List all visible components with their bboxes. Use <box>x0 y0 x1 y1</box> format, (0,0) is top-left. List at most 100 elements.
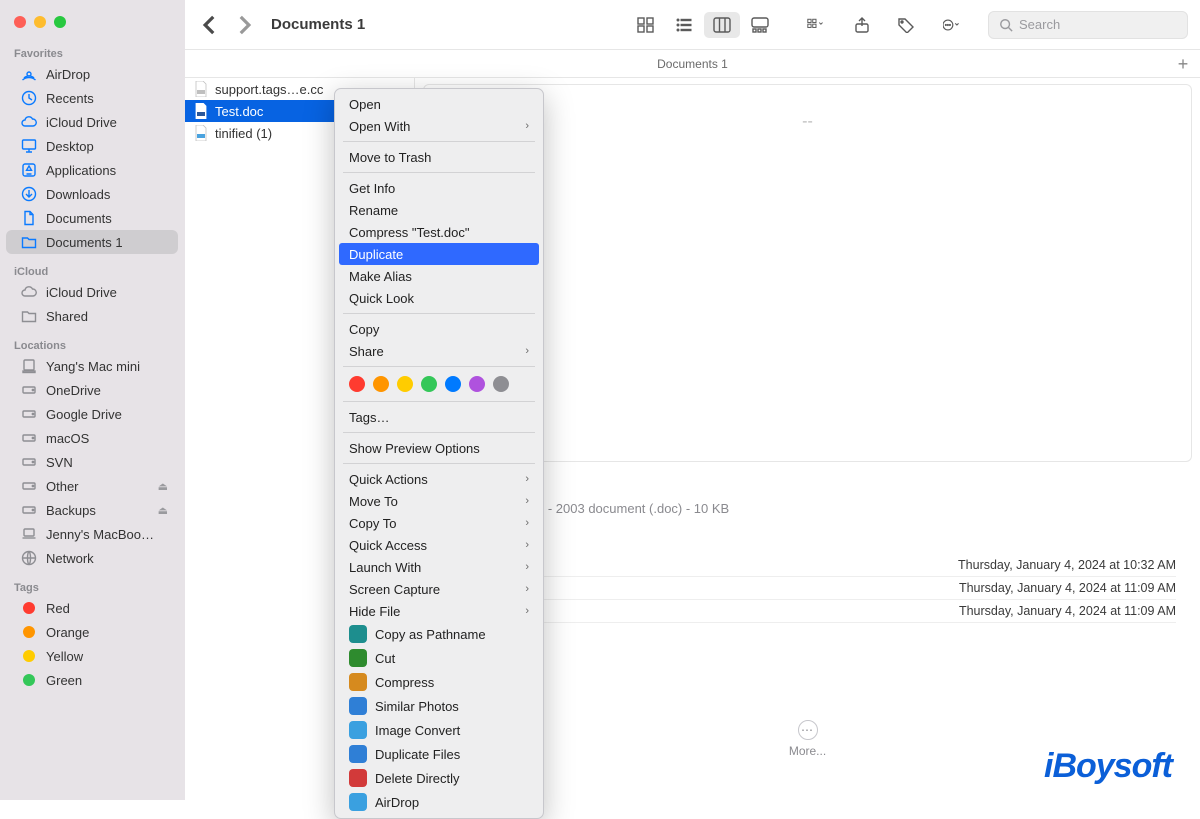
sidebar-item-shared[interactable]: Shared <box>6 304 178 328</box>
watermark-logo: iiBoysoftBoysoft <box>1044 747 1172 786</box>
sidebar-item-recents[interactable]: Recents <box>6 86 178 110</box>
sidebar-item-orange[interactable]: Orange <box>6 620 178 644</box>
sidebar-item-applications[interactable]: Applications <box>6 158 178 182</box>
tag-color-swatch[interactable] <box>445 376 461 392</box>
context-item-get-info[interactable]: Get Info <box>335 177 543 199</box>
context-item-label: Quick Actions <box>349 472 428 487</box>
info-section-title: Information <box>439 532 1176 548</box>
context-item-move-to[interactable]: Move To› <box>335 490 543 512</box>
context-item-move-to-trash[interactable]: Move to Trash <box>335 146 543 168</box>
context-item-open[interactable]: Open <box>335 93 543 115</box>
context-item-copy-as-pathname[interactable]: Copy as Pathname <box>335 622 543 646</box>
context-item-screen-capture[interactable]: Screen Capture› <box>335 578 543 600</box>
context-item-copy[interactable]: Copy <box>335 318 543 340</box>
context-item-quick-look[interactable]: Quick Look <box>335 287 543 309</box>
forward-button[interactable] <box>231 12 257 38</box>
view-columns-button[interactable] <box>704 12 740 38</box>
context-item-delete-directly[interactable]: Delete Directly <box>335 766 543 790</box>
context-item-label: Duplicate Files <box>375 747 460 762</box>
context-item-quick-access[interactable]: Quick Access› <box>335 534 543 556</box>
tag-color-swatch[interactable] <box>421 376 437 392</box>
view-gallery-button[interactable] <box>742 12 778 38</box>
context-item-copy-to[interactable]: Copy To› <box>335 512 543 534</box>
sidebar-item-documents-1[interactable]: Documents 1 <box>6 230 178 254</box>
minimize-icon[interactable] <box>34 16 46 28</box>
tag-dot-icon <box>20 647 38 665</box>
back-button[interactable] <box>197 12 223 38</box>
tag-button[interactable] <box>888 12 924 38</box>
sidebar-item-icloud-drive[interactable]: iCloud Drive <box>6 110 178 134</box>
sidebar-item-airdrop[interactable]: AirDrop <box>6 62 178 86</box>
sidebar-item-svn[interactable]: SVN <box>6 450 178 474</box>
context-item-similar-photos[interactable]: Similar Photos <box>335 694 543 718</box>
info-value: Thursday, January 4, 2024 at 11:09 AM <box>959 604 1176 618</box>
context-item-compress-test-doc-[interactable]: Compress "Test.doc" <box>335 221 543 243</box>
context-item-label: Get Info <box>349 181 395 196</box>
sidebar-item-label: OneDrive <box>46 383 101 398</box>
context-item-label: Rename <box>349 203 398 218</box>
sidebar-item-documents[interactable]: Documents <box>6 206 178 230</box>
sidebar-heading: iCloud <box>0 262 184 280</box>
context-item-share[interactable]: Share› <box>335 340 543 362</box>
search-icon <box>999 18 1013 32</box>
search-input[interactable]: Search <box>988 11 1188 39</box>
action-menu-button[interactable] <box>932 12 972 38</box>
context-item-duplicate-files[interactable]: Duplicate Files <box>335 742 543 766</box>
context-item-hide-file[interactable]: Hide File› <box>335 600 543 622</box>
view-list-button[interactable] <box>666 12 702 38</box>
drive-icon <box>20 429 38 447</box>
sidebar-item-downloads[interactable]: Downloads <box>6 182 178 206</box>
view-icons-button[interactable] <box>628 12 664 38</box>
file-name-label: support.tags…e.cc <box>215 82 323 97</box>
context-item-tags-[interactable]: Tags… <box>335 406 543 428</box>
sidebar-item-network[interactable]: Network <box>6 546 178 570</box>
context-item-open-with[interactable]: Open With› <box>335 115 543 137</box>
context-item-launch-with[interactable]: Launch With› <box>335 556 543 578</box>
sidebar-item-yang-s-mac-mini[interactable]: Yang's Mac mini <box>6 354 178 378</box>
sidebar-item-jenny-s-macboo-[interactable]: Jenny's MacBoo… <box>6 522 178 546</box>
eject-icon[interactable]: ⏏ <box>158 504 168 517</box>
info-filename: Test.doc <box>439 478 1176 499</box>
context-item-compress[interactable]: Compress <box>335 670 543 694</box>
sidebar-item-label: Desktop <box>46 139 94 154</box>
sidebar: FavoritesAirDropRecentsiCloud DriveDeskt… <box>0 0 185 800</box>
new-tab-button[interactable]: + <box>1172 53 1194 75</box>
tag-color-swatch[interactable] <box>373 376 389 392</box>
eject-icon[interactable]: ⏏ <box>158 480 168 493</box>
sidebar-item-red[interactable]: Red <box>6 596 178 620</box>
context-item-airdrop[interactable]: AirDrop <box>335 790 543 814</box>
group-by-button[interactable] <box>796 12 836 38</box>
tag-color-swatch[interactable] <box>397 376 413 392</box>
info-tags-field[interactable]: Add Tags… <box>439 657 1176 672</box>
sidebar-item-label: Yang's Mac mini <box>46 359 140 374</box>
context-item-rename[interactable]: Rename <box>335 199 543 221</box>
zoom-icon[interactable] <box>54 16 66 28</box>
service-icon <box>349 793 367 811</box>
sidebar-item-other[interactable]: Other⏏ <box>6 474 178 498</box>
context-item-duplicate[interactable]: Duplicate <box>339 243 539 265</box>
sidebar-item-google-drive[interactable]: Google Drive <box>6 402 178 426</box>
sidebar-item-onedrive[interactable]: OneDrive <box>6 378 178 402</box>
drive-icon <box>20 453 38 471</box>
finder-window: FavoritesAirDropRecentsiCloud DriveDeskt… <box>0 0 1200 800</box>
context-item-image-convert[interactable]: Image Convert <box>335 718 543 742</box>
sidebar-item-macos[interactable]: macOS <box>6 426 178 450</box>
sidebar-item-icloud-drive[interactable]: iCloud Drive <box>6 280 178 304</box>
tab-label[interactable]: Documents 1 <box>657 57 728 71</box>
tag-color-swatch[interactable] <box>349 376 365 392</box>
tag-color-swatch[interactable] <box>493 376 509 392</box>
search-placeholder: Search <box>1019 17 1060 32</box>
sidebar-item-desktop[interactable]: Desktop <box>6 134 178 158</box>
context-item-make-alias[interactable]: Make Alias <box>335 265 543 287</box>
context-item-quick-actions[interactable]: Quick Actions› <box>335 468 543 490</box>
sidebar-item-yellow[interactable]: Yellow <box>6 644 178 668</box>
context-item-show-preview-options[interactable]: Show Preview Options <box>335 437 543 459</box>
close-icon[interactable] <box>14 16 26 28</box>
sidebar-item-label: Shared <box>46 309 88 324</box>
doc-icon <box>20 209 38 227</box>
share-button[interactable] <box>844 12 880 38</box>
sidebar-item-green[interactable]: Green <box>6 668 178 692</box>
tag-color-swatch[interactable] <box>469 376 485 392</box>
context-item-cut[interactable]: Cut <box>335 646 543 670</box>
sidebar-item-backups[interactable]: Backups⏏ <box>6 498 178 522</box>
